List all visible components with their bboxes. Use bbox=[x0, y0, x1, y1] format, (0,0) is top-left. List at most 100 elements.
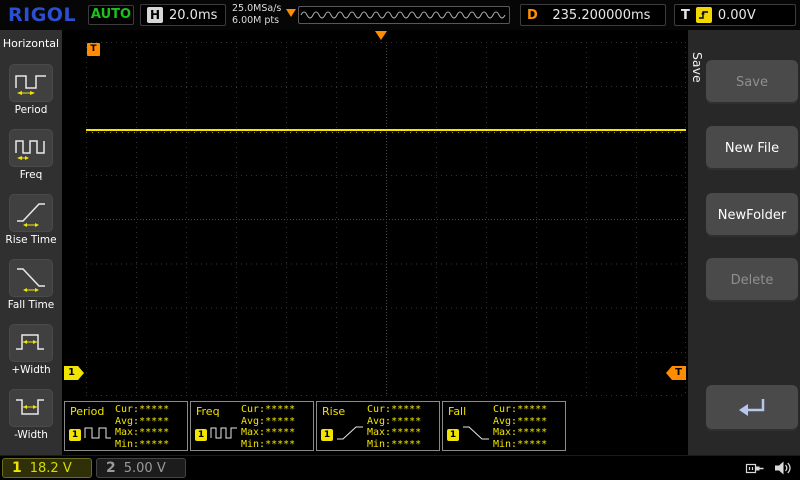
cur-value: ***** bbox=[265, 404, 295, 415]
min-value: ***** bbox=[265, 439, 295, 450]
avg-value: ***** bbox=[517, 416, 547, 427]
cur-value: ***** bbox=[517, 404, 547, 415]
horizontal-timebase-box[interactable]: H 20.0ms bbox=[140, 4, 226, 26]
measurement-name: Freq bbox=[196, 405, 220, 418]
waveform-display-area: T 1 T bbox=[62, 30, 688, 398]
rigol-logo: RIGOL bbox=[8, 4, 76, 26]
return-arrow-icon bbox=[735, 396, 769, 420]
measure-menu-sidebar: Horizontal Period Freq bbox=[0, 30, 62, 455]
channel-source-badge: 1 bbox=[69, 429, 81, 441]
menu-item-label: Period bbox=[0, 104, 62, 116]
sample-rate-value: 25.0MSa/s bbox=[232, 3, 281, 15]
min-label: Min: bbox=[115, 439, 139, 450]
cur-value: ***** bbox=[391, 404, 421, 415]
memory-depth-value: 6.00M pts bbox=[232, 15, 281, 27]
measurement-values: Cur:***** Avg:***** Max:***** Min:***** bbox=[115, 404, 169, 450]
new-folder-button[interactable]: NewFolder bbox=[706, 193, 798, 237]
channel2-scale: 5.00 V bbox=[124, 461, 166, 476]
measurement-panel-fall: Fall 1 Cur:***** Avg:***** Max:***** Min… bbox=[442, 401, 566, 451]
menu-item-label: Fall Time bbox=[0, 299, 62, 311]
channel-source-badge: 1 bbox=[447, 429, 459, 441]
avg-value: ***** bbox=[265, 416, 295, 427]
max-value: ***** bbox=[265, 427, 295, 438]
channel-source-badge: 1 bbox=[321, 429, 333, 441]
avg-label: Avg: bbox=[115, 416, 139, 427]
menu-item-minus-width[interactable]: -Width bbox=[0, 389, 62, 441]
measurement-values: Cur:***** Avg:***** Max:***** Min:***** bbox=[241, 404, 295, 450]
run-state-badge[interactable]: AUTO bbox=[88, 5, 134, 25]
oscilloscope-screen: RIGOL AUTO H 20.0ms 25.0MSa/s 6.00M pts … bbox=[0, 0, 800, 480]
memory-window-marker bbox=[286, 9, 296, 17]
avg-label: Avg: bbox=[493, 416, 517, 427]
channel1-chip[interactable]: 1 18.2 V bbox=[2, 458, 92, 478]
measurement-values: Cur:***** Avg:***** Max:***** Min:***** bbox=[367, 404, 421, 450]
menu-item-label: +Width bbox=[0, 364, 62, 376]
usb-icon bbox=[745, 461, 764, 476]
min-label: Min: bbox=[367, 439, 391, 450]
cur-label: Cur: bbox=[367, 404, 391, 415]
rise-time-icon bbox=[9, 194, 53, 232]
cur-label: Cur: bbox=[241, 404, 265, 415]
max-label: Max: bbox=[367, 427, 391, 438]
waveform-preview-strip bbox=[298, 6, 510, 24]
delay-value: 235.200000ms bbox=[544, 8, 659, 23]
measurement-panel-period: Period 1 Cur:***** Avg:***** Max:***** M… bbox=[64, 401, 188, 451]
measurement-name: Fall bbox=[448, 405, 466, 418]
save-menu-sidebar: Save Save New File NewFolder Delete bbox=[688, 30, 800, 455]
preview-sine-icon bbox=[299, 7, 509, 23]
rise-measure-icon: 1 bbox=[321, 424, 364, 441]
timebase-value: 20.0ms bbox=[169, 8, 217, 23]
max-value: ***** bbox=[139, 427, 169, 438]
menu-item-plus-width[interactable]: +Width bbox=[0, 324, 62, 376]
back-button[interactable] bbox=[706, 385, 798, 431]
max-value: ***** bbox=[517, 427, 547, 438]
plus-width-icon bbox=[9, 324, 53, 362]
max-value: ***** bbox=[391, 427, 421, 438]
period-measure-icon: 1 bbox=[69, 424, 112, 441]
menu-item-rise-time[interactable]: Rise Time bbox=[0, 194, 62, 246]
delay-key-label: D bbox=[527, 8, 538, 23]
avg-label: Avg: bbox=[241, 416, 265, 427]
channel1-number: 1 bbox=[12, 460, 22, 476]
freq-icon bbox=[9, 129, 53, 167]
channel2-number: 2 bbox=[106, 460, 116, 476]
min-label: Min: bbox=[241, 439, 265, 450]
min-label: Min: bbox=[493, 439, 517, 450]
avg-value: ***** bbox=[139, 416, 169, 427]
menu-item-fall-time[interactable]: Fall Time bbox=[0, 259, 62, 311]
measurement-name: Period bbox=[70, 405, 104, 418]
top-status-bar: RIGOL AUTO H 20.0ms 25.0MSa/s 6.00M pts … bbox=[0, 0, 800, 30]
max-label: Max: bbox=[241, 427, 265, 438]
delete-button[interactable]: Delete bbox=[706, 258, 798, 302]
trigger-delay-box: D 235.200000ms bbox=[520, 4, 666, 26]
freq-measure-icon: 1 bbox=[195, 424, 238, 441]
menu-item-label: Rise Time bbox=[0, 234, 62, 246]
menu-item-period[interactable]: Period bbox=[0, 64, 62, 116]
channel2-chip[interactable]: 2 5.00 V bbox=[96, 458, 186, 478]
cur-label: Cur: bbox=[115, 404, 139, 415]
save-button[interactable]: Save bbox=[706, 60, 798, 104]
speaker-icon bbox=[774, 460, 792, 476]
channel1-level-marker: 1 bbox=[64, 366, 84, 380]
min-value: ***** bbox=[517, 439, 547, 450]
min-value: ***** bbox=[139, 439, 169, 450]
fall-time-icon bbox=[9, 259, 53, 297]
measurement-panel-freq: Freq 1 Cur:***** Avg:***** Max:***** Min… bbox=[190, 401, 314, 451]
bottom-status-bar: 1 18.2 V 2 5.00 V bbox=[0, 455, 800, 480]
minus-width-icon bbox=[9, 389, 53, 427]
measure-category-title: Horizontal bbox=[0, 37, 62, 50]
graticule-grid bbox=[86, 42, 686, 396]
channel1-scale: 18.2 V bbox=[30, 461, 72, 476]
cur-value: ***** bbox=[139, 404, 169, 415]
menu-tab-save: Save bbox=[690, 52, 705, 83]
max-label: Max: bbox=[493, 427, 517, 438]
trigger-position-marker bbox=[375, 31, 387, 40]
menu-item-label: -Width bbox=[0, 429, 62, 441]
max-label: Max: bbox=[115, 427, 139, 438]
menu-item-freq[interactable]: Freq bbox=[0, 129, 62, 181]
measurement-name: Rise bbox=[322, 405, 345, 418]
measurement-panel-rise: Rise 1 Cur:***** Avg:***** Max:***** Min… bbox=[316, 401, 440, 451]
new-file-button[interactable]: New File bbox=[706, 126, 798, 170]
trigger-status-box: T 0.00V bbox=[674, 4, 796, 26]
min-value: ***** bbox=[391, 439, 421, 450]
